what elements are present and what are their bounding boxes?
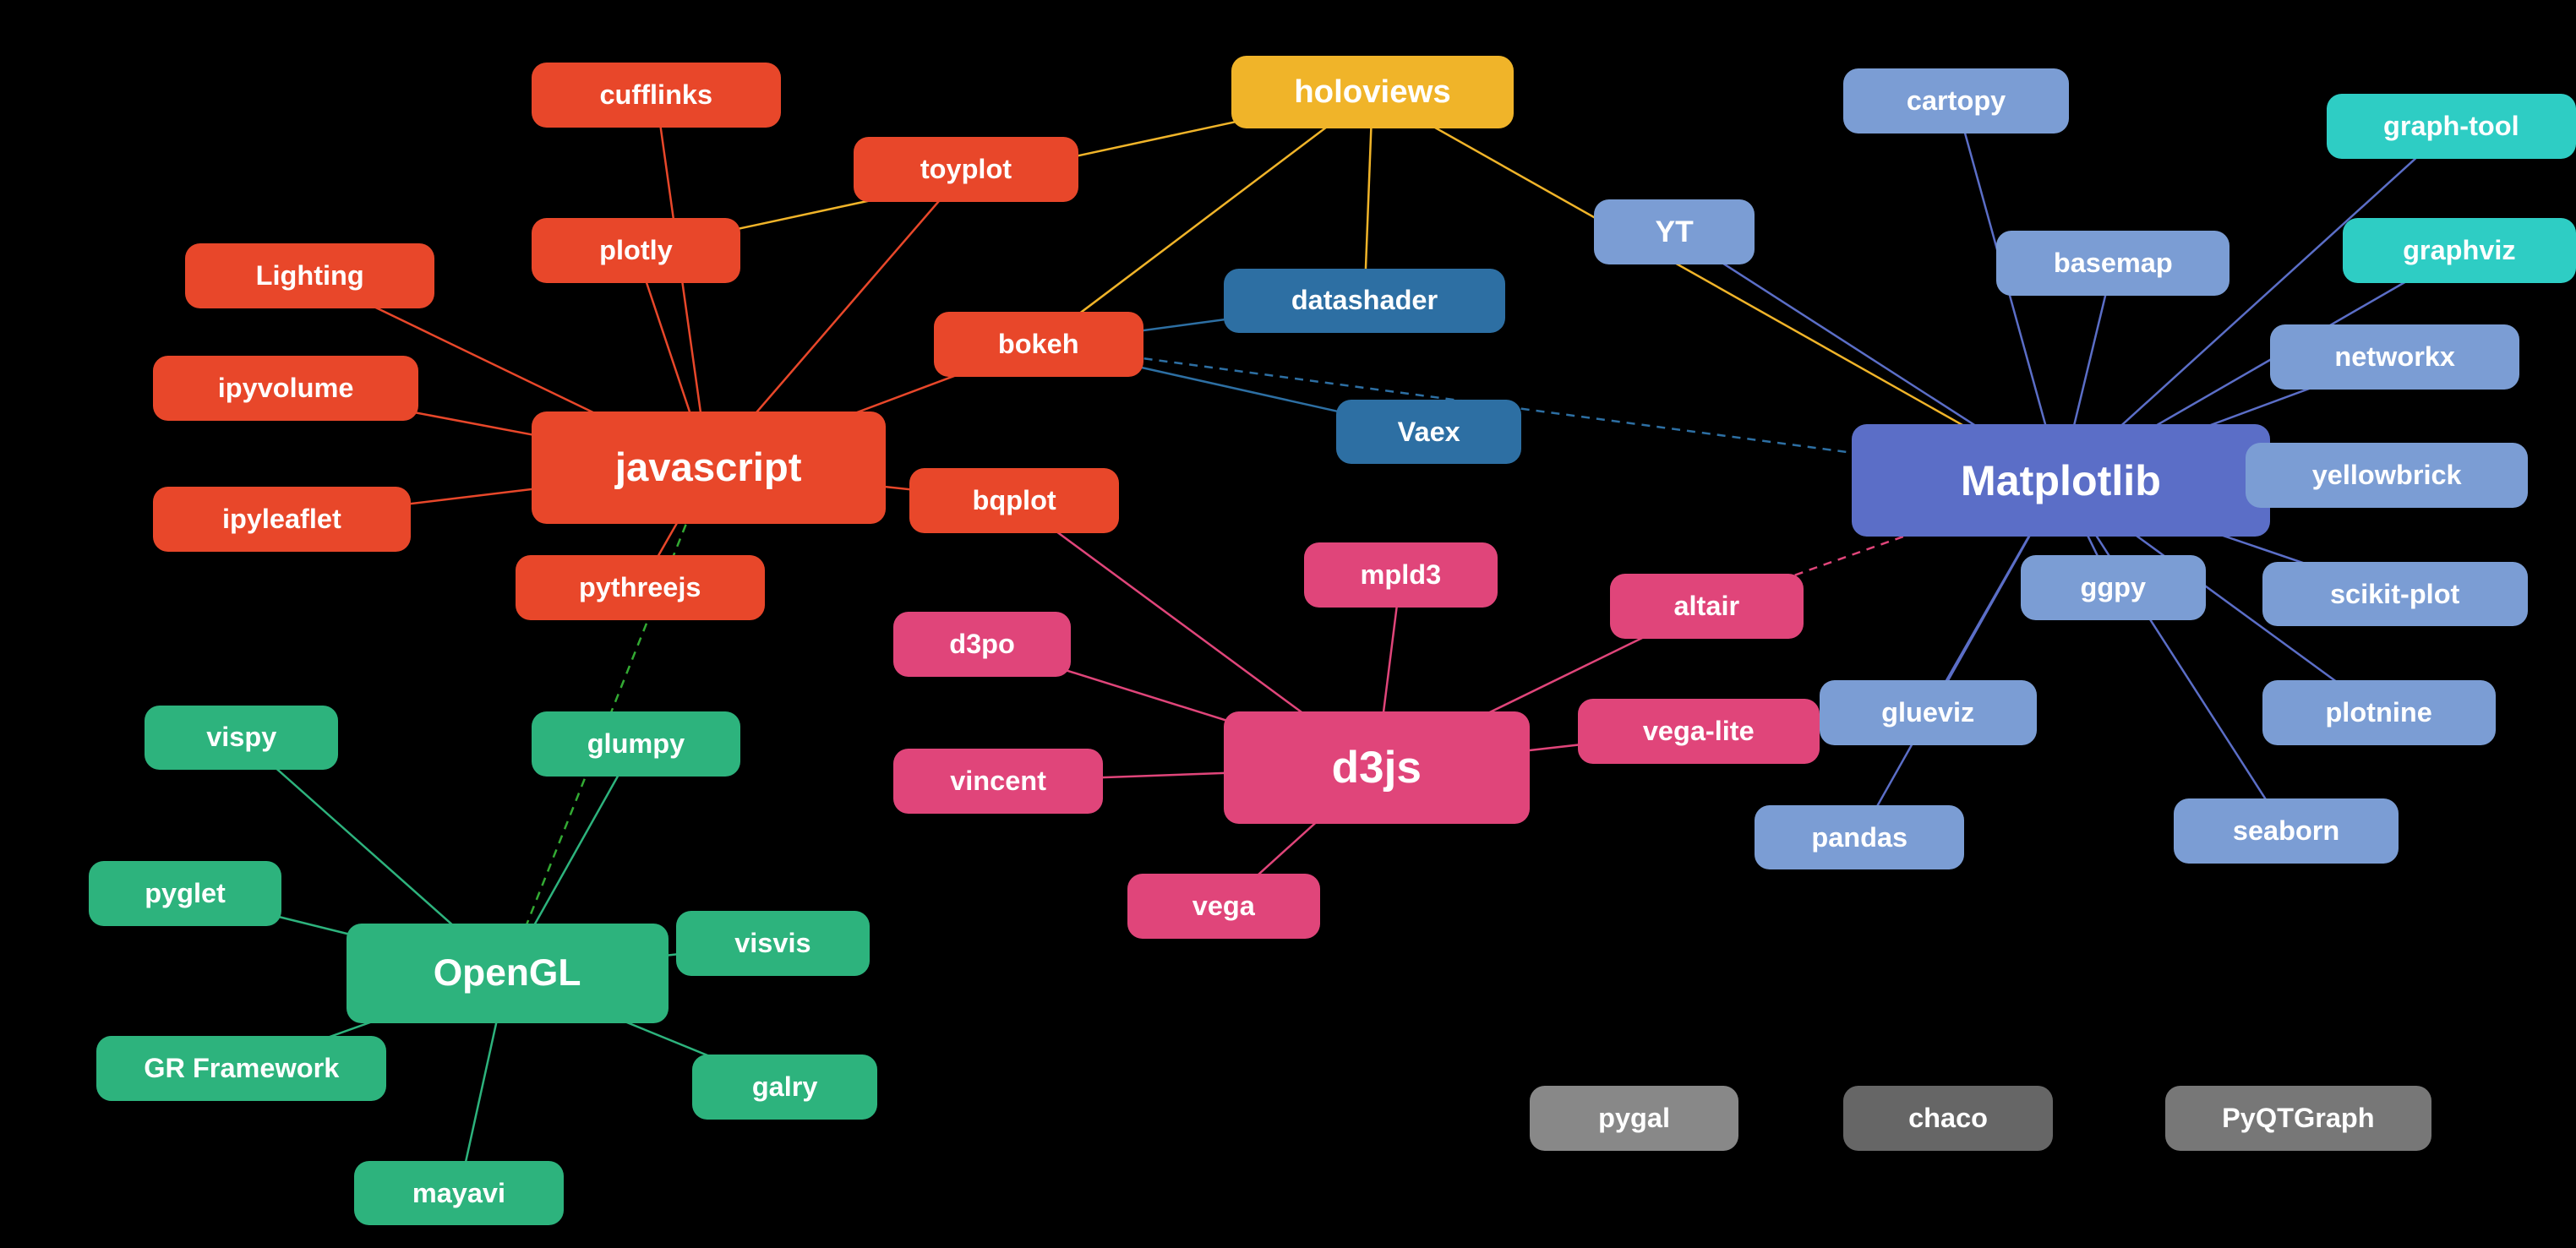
node-pythreejs[interactable]: pythreejs <box>516 555 765 620</box>
node-graph-tool[interactable]: graph-tool <box>2327 94 2576 159</box>
node-OpenGL[interactable]: OpenGL <box>347 924 669 1023</box>
node-visvis[interactable]: visvis <box>676 911 870 976</box>
node-YT[interactable]: YT <box>1594 199 1755 264</box>
node-plotly[interactable]: plotly <box>532 218 741 283</box>
node-ipyvolume[interactable]: ipyvolume <box>153 356 418 421</box>
node-cufflinks[interactable]: cufflinks <box>532 63 781 128</box>
node-bqplot[interactable]: bqplot <box>909 468 1119 533</box>
node-toyplot[interactable]: toyplot <box>854 137 1079 202</box>
node-mayavi[interactable]: mayavi <box>354 1161 564 1226</box>
network-diagram <box>0 0 2576 1248</box>
node-glumpy[interactable]: glumpy <box>532 711 741 777</box>
node-d3po[interactable]: d3po <box>893 612 1071 677</box>
node-Vaex[interactable]: Vaex <box>1336 400 1521 465</box>
node-graphviz[interactable]: graphviz <box>2343 218 2576 283</box>
node-Lighting[interactable]: Lighting <box>185 243 434 308</box>
node-networkx[interactable]: networkx <box>2270 324 2519 390</box>
node-vega-lite[interactable]: vega-lite <box>1578 699 1820 764</box>
node-altair[interactable]: altair <box>1610 574 1804 639</box>
node-basemap[interactable]: basemap <box>1996 231 2229 296</box>
node-datashader[interactable]: datashader <box>1224 269 1505 334</box>
node-scikit-plot[interactable]: scikit-plot <box>2262 562 2528 627</box>
node-pandas[interactable]: pandas <box>1755 805 1964 870</box>
node-holoviews[interactable]: holoviews <box>1231 56 1513 128</box>
node-pygal[interactable]: pygal <box>1530 1086 1739 1151</box>
node-bokeh[interactable]: bokeh <box>934 312 1143 377</box>
node-glueviz[interactable]: glueviz <box>1820 680 2037 745</box>
node-vispy[interactable]: vispy <box>145 706 338 771</box>
node-galry[interactable]: galry <box>692 1055 877 1120</box>
node-javascript[interactable]: javascript <box>532 411 886 524</box>
node-chaco[interactable]: chaco <box>1843 1086 2053 1151</box>
node-vega[interactable]: vega <box>1127 874 1321 939</box>
node-seaborn[interactable]: seaborn <box>2174 798 2399 864</box>
node-Matplotlib[interactable]: Matplotlib <box>1852 424 2270 537</box>
node-pyglet[interactable]: pyglet <box>89 861 282 926</box>
node-d3js[interactable]: d3js <box>1224 711 1530 824</box>
node-ipyleaflet[interactable]: ipyleaflet <box>153 487 411 552</box>
node-ggpy[interactable]: ggpy <box>2021 555 2206 620</box>
node-cartopy[interactable]: cartopy <box>1843 68 2069 134</box>
node-plotnine[interactable]: plotnine <box>2262 680 2496 745</box>
node-GR Framework[interactable]: GR Framework <box>96 1036 386 1101</box>
node-vincent[interactable]: vincent <box>893 749 1103 814</box>
node-yellowbrick[interactable]: yellowbrick <box>2246 443 2527 508</box>
node-mpld3[interactable]: mpld3 <box>1304 542 1498 608</box>
node-PyQTGraph[interactable]: PyQTGraph <box>2165 1086 2431 1151</box>
